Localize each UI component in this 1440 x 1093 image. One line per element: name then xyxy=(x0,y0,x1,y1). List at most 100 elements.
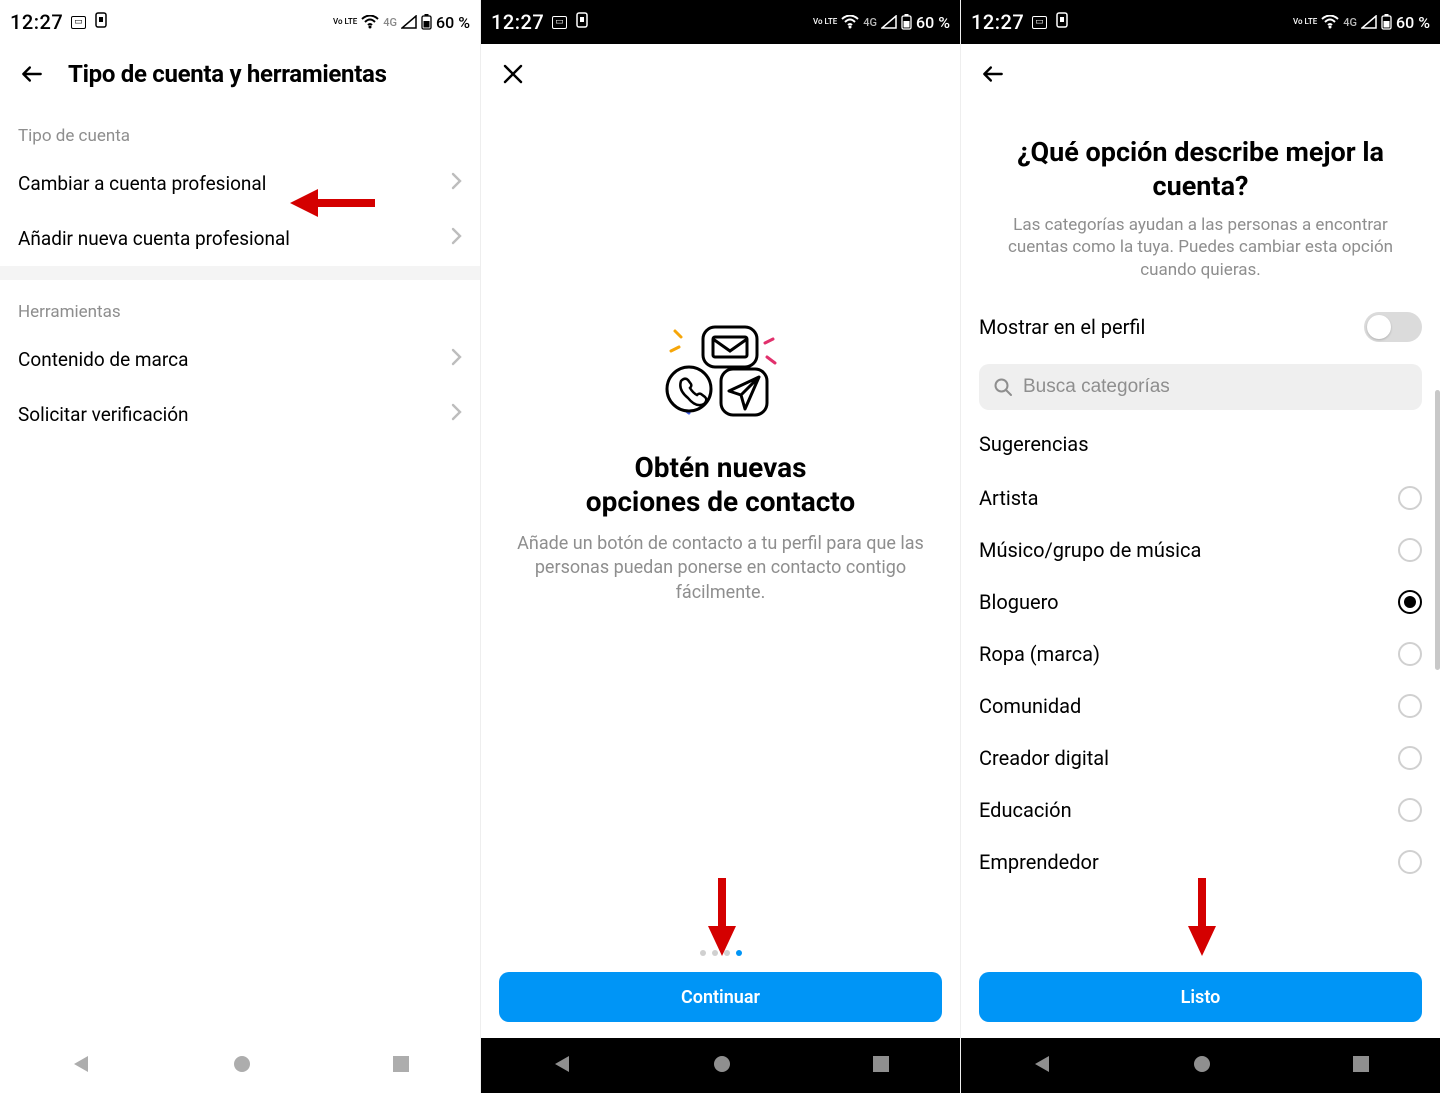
page-description: Las categorías ayudan a las personas a e… xyxy=(961,214,1440,283)
wifi-icon xyxy=(1321,15,1339,29)
item-label: Cambiar a cuenta profesional xyxy=(18,172,266,195)
search-categories[interactable] xyxy=(979,364,1422,410)
screen-contact-options: 12:27 ▭ Vo LTE 4G 60 % xyxy=(480,0,960,1093)
page-title: ¿Qué opción describe mejor la cuenta? xyxy=(979,136,1422,204)
status-time: 12:27 xyxy=(971,10,1024,34)
toggle-knob xyxy=(1367,315,1391,339)
search-icon xyxy=(993,377,1013,397)
chevron-right-icon xyxy=(450,227,462,250)
category-label: Emprendedor xyxy=(979,850,1099,874)
android-nav-bar xyxy=(481,1038,960,1093)
radio-button[interactable] xyxy=(1398,642,1422,666)
header xyxy=(961,44,1440,104)
category-option[interactable]: Emprendedor xyxy=(979,836,1422,888)
nav-recent-icon[interactable] xyxy=(392,1055,410,1077)
radio-button[interactable] xyxy=(1398,746,1422,770)
category-option[interactable]: Artista xyxy=(979,472,1422,524)
category-option[interactable]: Creador digital xyxy=(979,732,1422,784)
item-switch-professional[interactable]: Cambiar a cuenta profesional xyxy=(0,156,480,211)
item-label: Contenido de marca xyxy=(18,348,188,371)
onboarding-title: Obtén nuevas opciones de contacto xyxy=(586,451,855,518)
nav-home-icon[interactable] xyxy=(232,1054,252,1078)
item-add-professional[interactable]: Añadir nueva cuenta profesional xyxy=(0,211,480,266)
nav-recent-icon[interactable] xyxy=(872,1055,890,1077)
back-button[interactable] xyxy=(18,60,46,88)
dot xyxy=(724,950,730,956)
radio-button[interactable] xyxy=(1398,486,1422,510)
category-option[interactable]: Educación xyxy=(979,784,1422,836)
item-request-verification[interactable]: Solicitar verificación xyxy=(0,387,480,442)
radio-button[interactable] xyxy=(1398,694,1422,718)
onboarding-description: Añade un botón de contacto a tu perfil p… xyxy=(511,532,930,605)
category-option[interactable]: Bloguero xyxy=(979,576,1422,628)
battery-text: 60 % xyxy=(1396,13,1430,32)
battery-icon xyxy=(1381,14,1392,30)
continue-button[interactable]: Continuar xyxy=(499,972,942,1022)
chevron-right-icon xyxy=(450,172,462,195)
status-badge-icon: ▭ xyxy=(1032,16,1047,29)
category-option[interactable]: Músico/grupo de música xyxy=(979,524,1422,576)
sim-icon xyxy=(1055,12,1069,33)
category-option[interactable]: Comunidad xyxy=(979,680,1422,732)
item-branded-content[interactable]: Contenido de marca xyxy=(0,332,480,387)
category-label: Ropa (marca) xyxy=(979,642,1100,666)
category-label: Comunidad xyxy=(979,694,1081,718)
dot xyxy=(700,950,706,956)
show-on-profile-row: Mostrar en el perfil xyxy=(979,312,1422,342)
section-divider xyxy=(0,266,480,280)
nav-back-icon[interactable] xyxy=(70,1053,92,1079)
status-bar: 12:27 ▭ Vo LTE 4G 60 % xyxy=(0,0,480,44)
section-account-type: Tipo de cuenta xyxy=(0,104,480,156)
screen-account-type: 12:27 ▭ Vo LTE 4G 60 % Tipo de cuenta y … xyxy=(0,0,480,1093)
signal-icon xyxy=(401,15,417,29)
category-label: Artista xyxy=(979,486,1038,510)
done-button[interactable]: Listo xyxy=(979,972,1422,1022)
item-label: Solicitar verificación xyxy=(18,403,189,426)
android-nav-bar xyxy=(0,1038,480,1093)
signal-icon xyxy=(1361,15,1377,29)
arrow-left-icon xyxy=(19,61,45,87)
nav-home-icon[interactable] xyxy=(1192,1054,1212,1078)
header: Tipo de cuenta y herramientas xyxy=(0,44,480,104)
chevron-right-icon xyxy=(450,348,462,371)
suggestions-label: Sugerencias xyxy=(979,432,1422,456)
nav-recent-icon[interactable] xyxy=(1352,1055,1370,1077)
radio-button[interactable] xyxy=(1398,850,1422,874)
back-button[interactable] xyxy=(979,60,1007,88)
sim-icon xyxy=(94,12,108,33)
category-option[interactable]: Ropa (marca) xyxy=(979,628,1422,680)
toggle-label: Mostrar en el perfil xyxy=(979,315,1145,339)
radio-button[interactable] xyxy=(1398,590,1422,614)
nav-home-icon[interactable] xyxy=(712,1054,732,1078)
battery-icon xyxy=(421,14,432,30)
battery-text: 60 % xyxy=(436,13,470,32)
category-label: Bloguero xyxy=(979,590,1059,614)
scrollbar[interactable] xyxy=(1435,390,1440,670)
android-nav-bar xyxy=(961,1038,1440,1093)
show-on-profile-toggle[interactable] xyxy=(1364,312,1422,342)
search-input[interactable] xyxy=(1023,376,1408,398)
radio-button[interactable] xyxy=(1398,538,1422,562)
nav-back-icon[interactable] xyxy=(1031,1053,1053,1079)
item-label: Añadir nueva cuenta profesional xyxy=(18,227,290,250)
dot-active xyxy=(736,950,742,956)
volte-icon: Vo LTE xyxy=(1293,18,1317,26)
dot xyxy=(712,950,718,956)
network-4g-label: 4G xyxy=(383,16,397,29)
radio-button[interactable] xyxy=(1398,798,1422,822)
page-title: Tipo de cuenta y herramientas xyxy=(68,60,387,88)
status-bar: 12:27 ▭ Vo LTE 4G 60 % xyxy=(961,0,1440,44)
status-time: 12:27 xyxy=(10,10,63,34)
page-indicator xyxy=(481,950,960,956)
volte-icon: Vo LTE xyxy=(333,18,357,26)
wifi-icon xyxy=(361,15,379,29)
category-label: Educación xyxy=(979,798,1072,822)
section-tools: Herramientas xyxy=(0,280,480,332)
onboarding-panel: Obtén nuevas opciones de contacto Añade … xyxy=(481,0,960,950)
arrow-left-icon xyxy=(980,61,1006,87)
category-label: Músico/grupo de música xyxy=(979,538,1201,562)
category-list: Artista Músico/grupo de música Bloguero Rop… xyxy=(979,472,1422,888)
contact-illustration-icon xyxy=(641,309,801,429)
nav-back-icon[interactable] xyxy=(551,1053,573,1079)
network-4g-label: 4G xyxy=(1343,16,1357,29)
